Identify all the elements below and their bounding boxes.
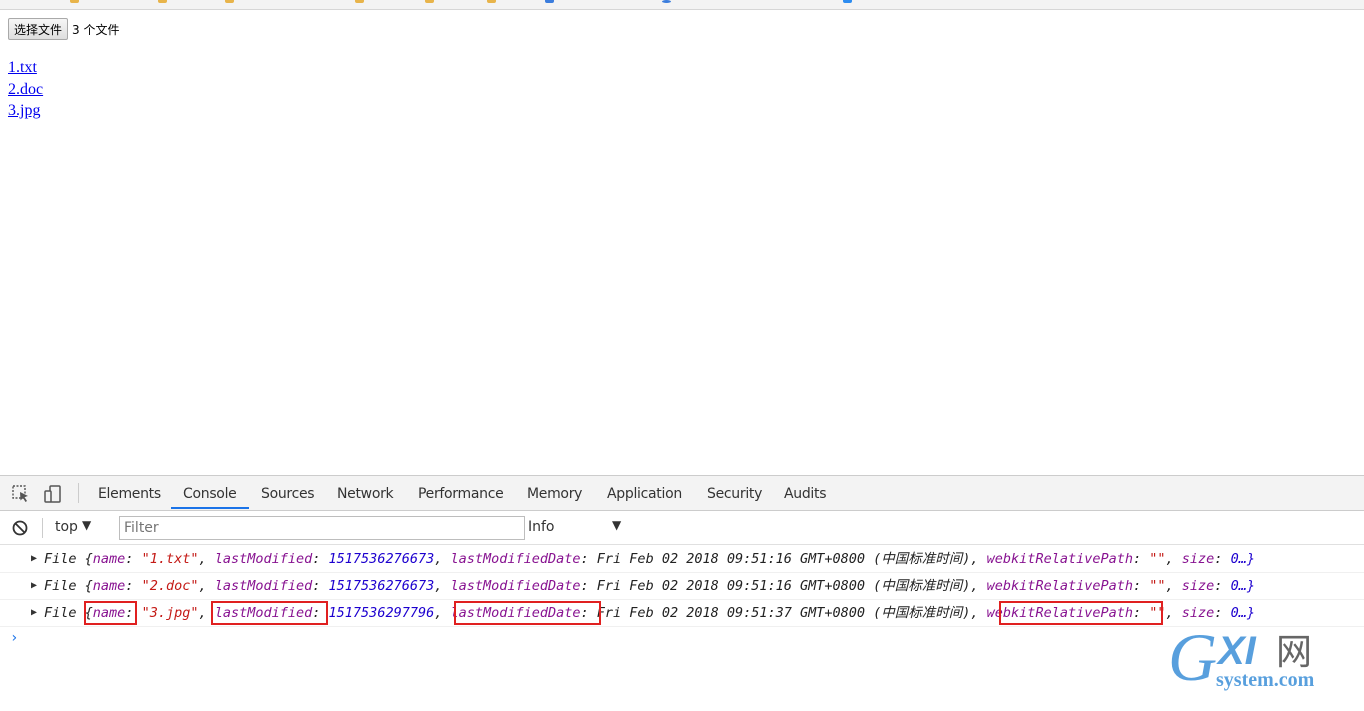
bookmark-folder-icon (158, 0, 167, 3)
tab-sources[interactable]: Sources (261, 476, 315, 510)
bookmark-page-icon (545, 0, 554, 3)
toolbar-divider (78, 483, 79, 503)
file-link[interactable]: 2.doc (8, 79, 43, 101)
tab-audits[interactable]: Audits (784, 476, 827, 510)
console-filter-bar: top ▼ Info ▼ (0, 511, 1364, 545)
bookmark-folder-icon (425, 0, 434, 3)
svg-text:system.com: system.com (1216, 669, 1315, 691)
context-select[interactable]: top (55, 519, 78, 535)
choose-file-button[interactable]: 选择文件 (8, 18, 69, 40)
console-messages: ▶ File {name: "1.txt", lastModified: 151… (0, 546, 1364, 646)
filter-input[interactable] (119, 516, 525, 540)
bookmark-folder-icon (225, 0, 234, 3)
inspect-element-icon[interactable] (12, 485, 30, 503)
svg-text:G: G (1168, 620, 1217, 695)
device-toolbar-icon[interactable] (44, 485, 62, 503)
tab-elements[interactable]: Elements (98, 476, 161, 510)
tab-network[interactable]: Network (337, 476, 394, 510)
devtools-panel: Elements Console Sources Network Perform… (0, 475, 1364, 711)
log-message: File {name: "2.doc", lastModified: 15175… (44, 578, 1255, 594)
console-log-row[interactable]: ▶ File {name: "1.txt", lastModified: 151… (0, 546, 1364, 573)
tab-memory[interactable]: Memory (527, 476, 582, 510)
tab-security[interactable]: Security (707, 476, 762, 510)
chevron-down-icon[interactable]: ▼ (82, 518, 91, 532)
svg-text:网: 网 (1276, 632, 1312, 673)
log-level-select[interactable]: Info (528, 519, 555, 535)
highlight-box (84, 601, 137, 625)
bookmarks-bar-strip (0, 0, 1364, 10)
bookmark-folder-icon (355, 0, 364, 3)
file-link[interactable]: 1.txt (8, 57, 43, 79)
chevron-down-icon[interactable]: ▼ (612, 518, 621, 532)
console-prompt[interactable]: › (10, 630, 18, 646)
log-message: File {name: "1.txt", lastModified: 15175… (44, 551, 1255, 567)
svg-text:XI: XI (1216, 629, 1257, 673)
console-log-row[interactable]: ▶ File {name: "2.doc", lastModified: 151… (0, 573, 1364, 600)
devtools-tabbar: Elements Console Sources Network Perform… (0, 476, 1364, 511)
highlight-box (454, 601, 601, 625)
tab-console[interactable]: Console (183, 476, 237, 510)
bookmark-globe-icon (662, 0, 671, 3)
file-count-label: 3 个文件 (72, 22, 120, 37)
file-picker: 选择文件 3 个文件 (8, 18, 119, 40)
highlight-box (999, 601, 1163, 625)
expand-triangle-icon[interactable]: ▶ (31, 573, 37, 599)
bookmark-folder-icon (487, 0, 496, 3)
expand-triangle-icon[interactable]: ▶ (31, 600, 37, 626)
file-list: 1.txt 2.doc 3.jpg (8, 57, 43, 122)
active-tab-indicator (171, 507, 249, 509)
expand-triangle-icon[interactable]: ▶ (31, 546, 37, 572)
console-log-row[interactable]: ▶ File {name: "3.jpg", lastModified: 151… (0, 600, 1364, 627)
file-link[interactable]: 3.jpg (8, 100, 43, 122)
bookmark-page-icon (843, 0, 852, 3)
clear-console-icon[interactable] (12, 520, 28, 536)
highlight-box (211, 601, 328, 625)
toolbar-divider (42, 518, 43, 538)
bookmark-folder-icon (70, 0, 79, 3)
site-watermark-logo: G XI 网 system.com (1168, 620, 1315, 695)
tab-performance[interactable]: Performance (418, 476, 504, 510)
tab-application[interactable]: Application (607, 476, 682, 510)
